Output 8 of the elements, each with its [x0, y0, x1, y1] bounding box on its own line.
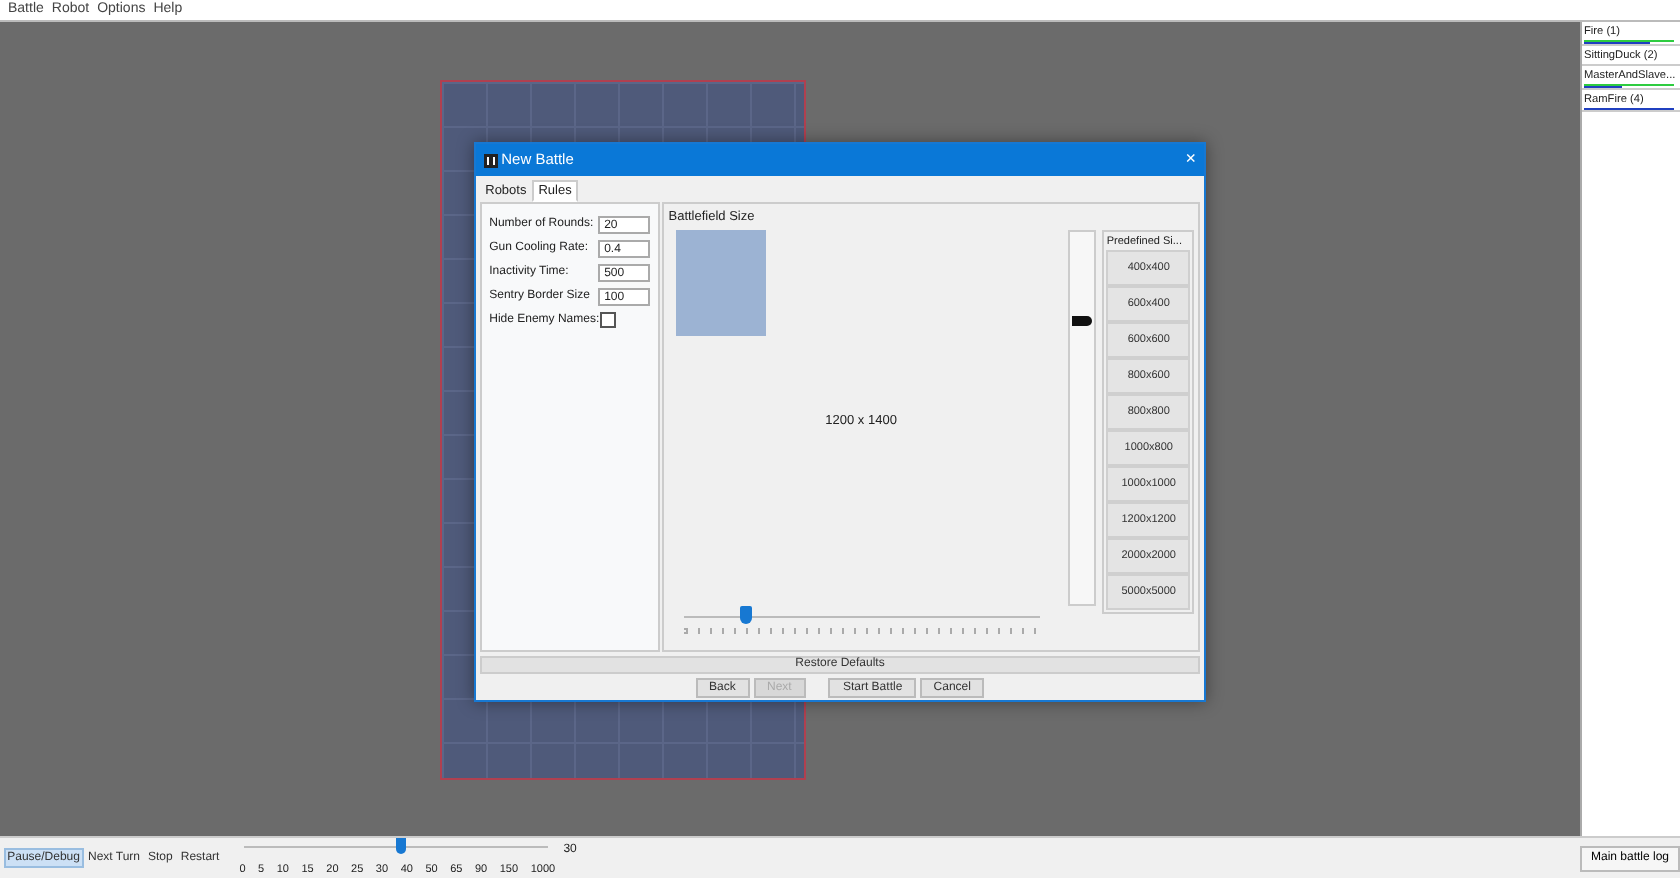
slider-thumb[interactable]	[395, 838, 406, 854]
checkbox[interactable]	[600, 312, 617, 329]
battlefield-preview	[676, 230, 767, 336]
slider-thumb[interactable]	[739, 605, 751, 624]
close-button[interactable]: ×	[1185, 146, 1196, 174]
slider-thumb[interactable]	[1072, 316, 1093, 327]
app-icon	[484, 153, 498, 167]
height-slider[interactable]	[1068, 230, 1097, 606]
